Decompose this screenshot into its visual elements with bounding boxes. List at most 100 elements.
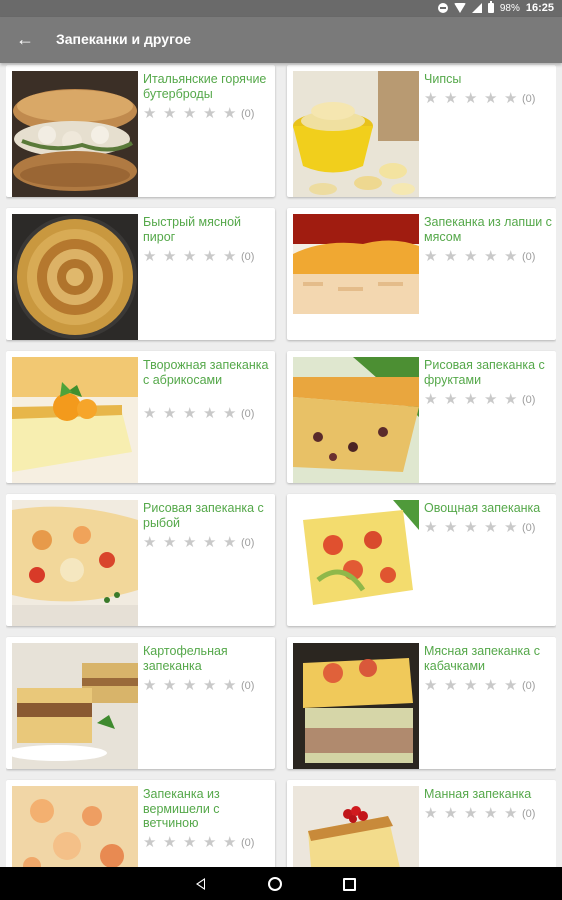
rating: ★ ★ ★ ★ ★ (0) (424, 806, 535, 821)
star-icon: ★ (143, 105, 157, 122)
recipe-card[interactable]: Творожная запеканка с абрикосами ★ ★ ★ ★… (6, 351, 275, 483)
star-icon: ★ (444, 90, 458, 107)
rating: ★ ★ ★ ★ ★ (0) (424, 392, 535, 407)
recipe-grid[interactable]: Итальянские горячие бутерброды ★ ★ ★ ★ ★… (6, 65, 556, 867)
star-icon: ★ (504, 519, 518, 536)
star-icon: ★ (444, 248, 458, 265)
rating: ★ ★ ★ ★ ★ (0) (424, 91, 535, 106)
recipe-photo (293, 214, 419, 340)
rating-count: (0) (522, 807, 536, 820)
star-icon: ★ (183, 405, 197, 422)
page-title: Запеканки и другое (56, 31, 192, 47)
recipe-card[interactable]: Запеканка из лапши с мясом ★ ★ ★ ★ ★ (0) (287, 208, 556, 340)
star-icon: ★ (484, 248, 498, 265)
recipe-card[interactable]: Манная запеканка ★ ★ ★ ★ ★ (0) (287, 780, 556, 867)
rating-count: (0) (241, 407, 255, 420)
recipe-card[interactable]: Чипсы ★ ★ ★ ★ ★ (0) (287, 65, 556, 197)
star-icon: ★ (424, 391, 438, 408)
rating-count: (0) (241, 107, 255, 120)
star-icon: ★ (444, 519, 458, 536)
star-icon: ★ (203, 405, 217, 422)
recipe-card[interactable]: Картофельная запеканка ★ ★ ★ ★ ★ (0) (6, 637, 275, 769)
star-icon: ★ (163, 834, 177, 851)
star-icon: ★ (203, 248, 217, 265)
star-icon: ★ (223, 248, 237, 265)
rating-count: (0) (522, 92, 536, 105)
recipe-title: Чипсы (424, 72, 462, 86)
battery-icon (487, 1, 494, 13)
recipe-photo (293, 71, 419, 197)
star-icon: ★ (183, 677, 197, 694)
recipe-title: Мясная запеканка с кабачками (424, 644, 540, 673)
rating: ★ ★ ★ ★ ★ (0) (143, 106, 254, 121)
star-icon: ★ (464, 90, 478, 107)
rating-count: (0) (241, 536, 255, 549)
star-icon: ★ (183, 834, 197, 851)
star-icon: ★ (484, 677, 498, 694)
wifi-icon (453, 3, 466, 13)
recipe-card[interactable]: Рисовая запеканка с рыбой ★ ★ ★ ★ ★ (0) (6, 494, 275, 626)
star-icon: ★ (183, 534, 197, 551)
signal-icon (471, 3, 482, 13)
recipe-title: Рисовая запеканка с фруктами (424, 358, 545, 387)
rating: ★ ★ ★ ★ ★ (0) (143, 535, 254, 550)
recipe-card[interactable]: Овощная запеканка ★ ★ ★ ★ ★ (0) (287, 494, 556, 626)
star-icon: ★ (143, 834, 157, 851)
recipe-photo (12, 357, 138, 483)
recipe-card[interactable]: Итальянские горячие бутерброды ★ ★ ★ ★ ★… (6, 65, 275, 197)
nav-back-icon[interactable] (180, 867, 220, 900)
star-icon: ★ (504, 391, 518, 408)
star-icon: ★ (163, 248, 177, 265)
star-icon: ★ (444, 391, 458, 408)
star-icon: ★ (203, 105, 217, 122)
rating-count: (0) (522, 393, 536, 406)
star-icon: ★ (484, 90, 498, 107)
star-icon: ★ (464, 677, 478, 694)
clock: 16:25 (525, 2, 554, 14)
recipe-title: Картофельная запеканка (143, 644, 228, 673)
recipe-photo (12, 500, 138, 626)
recipe-card[interactable]: Рисовая запеканка с фруктами ★ ★ ★ ★ ★ (… (287, 351, 556, 483)
recipe-photo (293, 357, 419, 483)
navigation-bar (0, 867, 562, 900)
star-icon: ★ (424, 90, 438, 107)
rating: ★ ★ ★ ★ ★ (0) (143, 406, 254, 421)
star-icon: ★ (424, 677, 438, 694)
rating-count: (0) (241, 679, 255, 692)
star-icon: ★ (143, 534, 157, 551)
recipe-photo (12, 214, 138, 340)
star-icon: ★ (223, 534, 237, 551)
rating: ★ ★ ★ ★ ★ (0) (143, 678, 254, 693)
rating: ★ ★ ★ ★ ★ (0) (424, 520, 535, 535)
recipe-title: Творожная запеканка с абрикосами (143, 358, 269, 387)
recipe-title: Запеканка из лапши с мясом (424, 215, 552, 244)
recipe-title: Быстрый мясной пирог (143, 215, 242, 244)
rating-count: (0) (522, 679, 536, 692)
nav-home-icon[interactable] (254, 867, 294, 900)
recipe-photo (293, 643, 419, 769)
star-icon: ★ (223, 405, 237, 422)
rating-count: (0) (241, 836, 255, 849)
recipe-card[interactable]: Быстрый мясной пирог ★ ★ ★ ★ ★ (0) (6, 208, 275, 340)
recipe-card[interactable]: Запеканка из вермишели с ветчиною ★ ★ ★ … (6, 780, 275, 867)
star-icon: ★ (464, 805, 478, 822)
nav-recents-icon[interactable] (328, 867, 368, 900)
recipe-photo (293, 500, 419, 626)
star-icon: ★ (203, 834, 217, 851)
star-icon: ★ (424, 519, 438, 536)
star-icon: ★ (444, 805, 458, 822)
star-icon: ★ (163, 534, 177, 551)
status-icons: 98% 16:25 (437, 1, 554, 14)
star-icon: ★ (163, 105, 177, 122)
recipe-photo (12, 643, 138, 769)
recipe-title: Манная запеканка (424, 787, 532, 801)
back-arrow-icon[interactable]: ← (13, 27, 37, 51)
star-icon: ★ (163, 677, 177, 694)
recipe-card[interactable]: Мясная запеканка с кабачками ★ ★ ★ ★ ★ (… (287, 637, 556, 769)
recipe-photo (12, 71, 138, 197)
star-icon: ★ (464, 391, 478, 408)
rating-count: (0) (241, 250, 255, 263)
star-icon: ★ (143, 405, 157, 422)
star-icon: ★ (203, 677, 217, 694)
star-icon: ★ (464, 519, 478, 536)
